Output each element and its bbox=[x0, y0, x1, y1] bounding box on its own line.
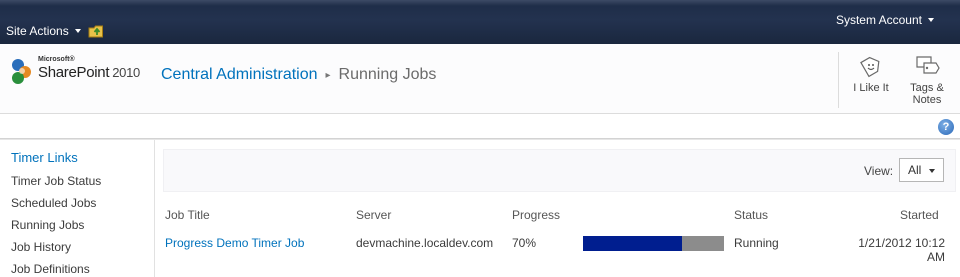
nav-item-scheduled-jobs[interactable]: Scheduled Jobs bbox=[11, 196, 96, 210]
like-tag-icon bbox=[860, 56, 880, 78]
tags-label-line2: Notes bbox=[912, 94, 942, 106]
nav-item-timer-job-status[interactable]: Timer Job Status bbox=[11, 174, 101, 188]
tags-notes-button[interactable]: Tags & Notes bbox=[904, 48, 950, 112]
column-header-status: Status bbox=[734, 208, 769, 222]
breadcrumb: Central Administration ▸ Running Jobs bbox=[161, 66, 436, 84]
view-selector[interactable]: All bbox=[899, 158, 944, 182]
top-bar bbox=[0, 0, 960, 44]
site-actions-label: Site Actions bbox=[6, 24, 69, 38]
server-cell: devmachine.localdev.com bbox=[356, 236, 494, 250]
started-cell: 1/21/2012 10:12 AM bbox=[830, 236, 945, 264]
nav-item-job-definitions[interactable]: Job Definitions bbox=[11, 262, 90, 276]
started-ampm: AM bbox=[927, 250, 945, 264]
i-like-it-button[interactable]: I Like It bbox=[848, 48, 894, 112]
view-label: View: bbox=[864, 164, 894, 178]
site-actions-menu[interactable]: Site Actions bbox=[6, 24, 81, 38]
progress-percent-cell: 70% bbox=[512, 236, 537, 250]
left-navigation: Timer Links Timer Job Status Scheduled J… bbox=[0, 140, 155, 277]
account-menu[interactable]: System Account bbox=[836, 13, 934, 27]
nav-heading-timer-links[interactable]: Timer Links bbox=[11, 150, 78, 165]
column-header-job-title: Job Title bbox=[165, 208, 210, 222]
sharepoint-logo-icon bbox=[12, 59, 31, 84]
help-icon[interactable]: ? bbox=[938, 119, 954, 135]
account-label: System Account bbox=[835, 13, 922, 27]
top-bar-sheen bbox=[0, 0, 960, 6]
product-label: SharePoint bbox=[38, 64, 110, 81]
i-like-it-label: I Like It bbox=[853, 82, 889, 94]
title-area: Microsoft® SharePoint 2010 Central Admini… bbox=[0, 44, 960, 114]
chevron-down-icon bbox=[929, 169, 935, 173]
folder-up-icon[interactable] bbox=[88, 24, 104, 38]
column-header-progress: Progress bbox=[512, 208, 561, 222]
progress-bar-fill bbox=[583, 236, 682, 251]
microsoft-label: Microsoft® bbox=[38, 56, 75, 63]
sharepoint-logo[interactable]: Microsoft® SharePoint 2010 bbox=[10, 56, 152, 90]
chevron-down-icon bbox=[74, 29, 81, 33]
nav-item-job-history[interactable]: Job History bbox=[11, 240, 71, 254]
status-cell: Running bbox=[734, 236, 779, 250]
tags-label-line1: Tags & bbox=[910, 82, 944, 94]
breadcrumb-central-administration[interactable]: Central Administration bbox=[161, 66, 318, 84]
started-date: 1/21/2012 10:12 bbox=[858, 236, 945, 250]
version-label: 2010 bbox=[112, 65, 140, 80]
social-divider bbox=[838, 52, 839, 108]
product-name: SharePoint 2010 bbox=[38, 64, 140, 81]
breadcrumb-separator-icon: ▸ bbox=[325, 69, 331, 81]
page-title: Running Jobs bbox=[338, 66, 437, 83]
job-title-link[interactable]: Progress Demo Timer Job bbox=[165, 236, 304, 250]
tags-notes-icon bbox=[916, 56, 940, 74]
column-header-started: Started bbox=[900, 208, 939, 222]
nav-item-running-jobs[interactable]: Running Jobs bbox=[11, 218, 84, 232]
view-selected-value: All bbox=[908, 163, 922, 177]
view-bar: View: All bbox=[163, 149, 956, 192]
column-header-server: Server bbox=[356, 208, 392, 222]
chevron-down-icon bbox=[928, 18, 934, 22]
progress-bar bbox=[583, 236, 724, 251]
